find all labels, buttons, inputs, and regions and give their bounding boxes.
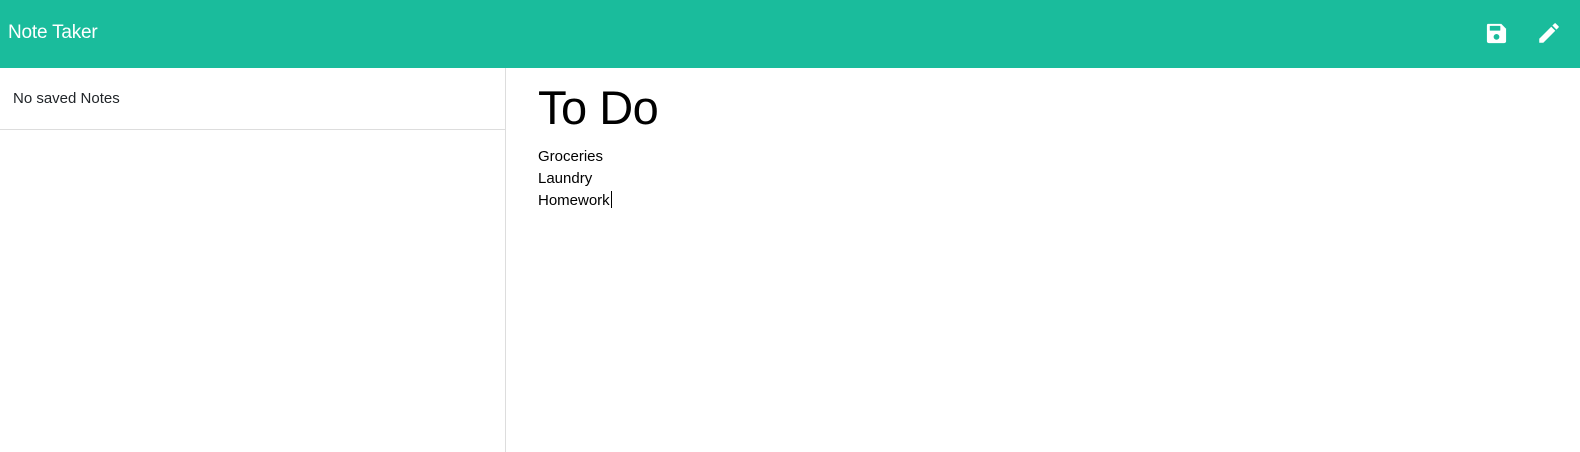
app-brand[interactable]: Note Taker (8, 20, 98, 46)
notes-sidebar: No saved Notes (0, 68, 506, 452)
empty-notes-label: No saved Notes (13, 90, 120, 107)
note-body-line: Laundry (538, 170, 593, 187)
text-caret (610, 191, 612, 208)
empty-notes-item: No saved Notes (0, 68, 505, 130)
new-note-button[interactable] (1532, 16, 1566, 50)
note-body-textarea[interactable]: Groceries Laundry Homework (538, 146, 1538, 426)
note-editor: Groceries Laundry Homework (506, 68, 1580, 452)
note-body-line: Homework (538, 190, 1538, 212)
pencil-icon (1539, 23, 1559, 43)
note-body-line: Groceries (538, 148, 604, 165)
save-icon (1486, 23, 1506, 43)
note-title-input[interactable] (536, 78, 1540, 138)
save-note-button[interactable] (1479, 16, 1513, 50)
navbar: Note Taker (0, 0, 1580, 68)
note-body-line-text: Homework (538, 192, 610, 209)
